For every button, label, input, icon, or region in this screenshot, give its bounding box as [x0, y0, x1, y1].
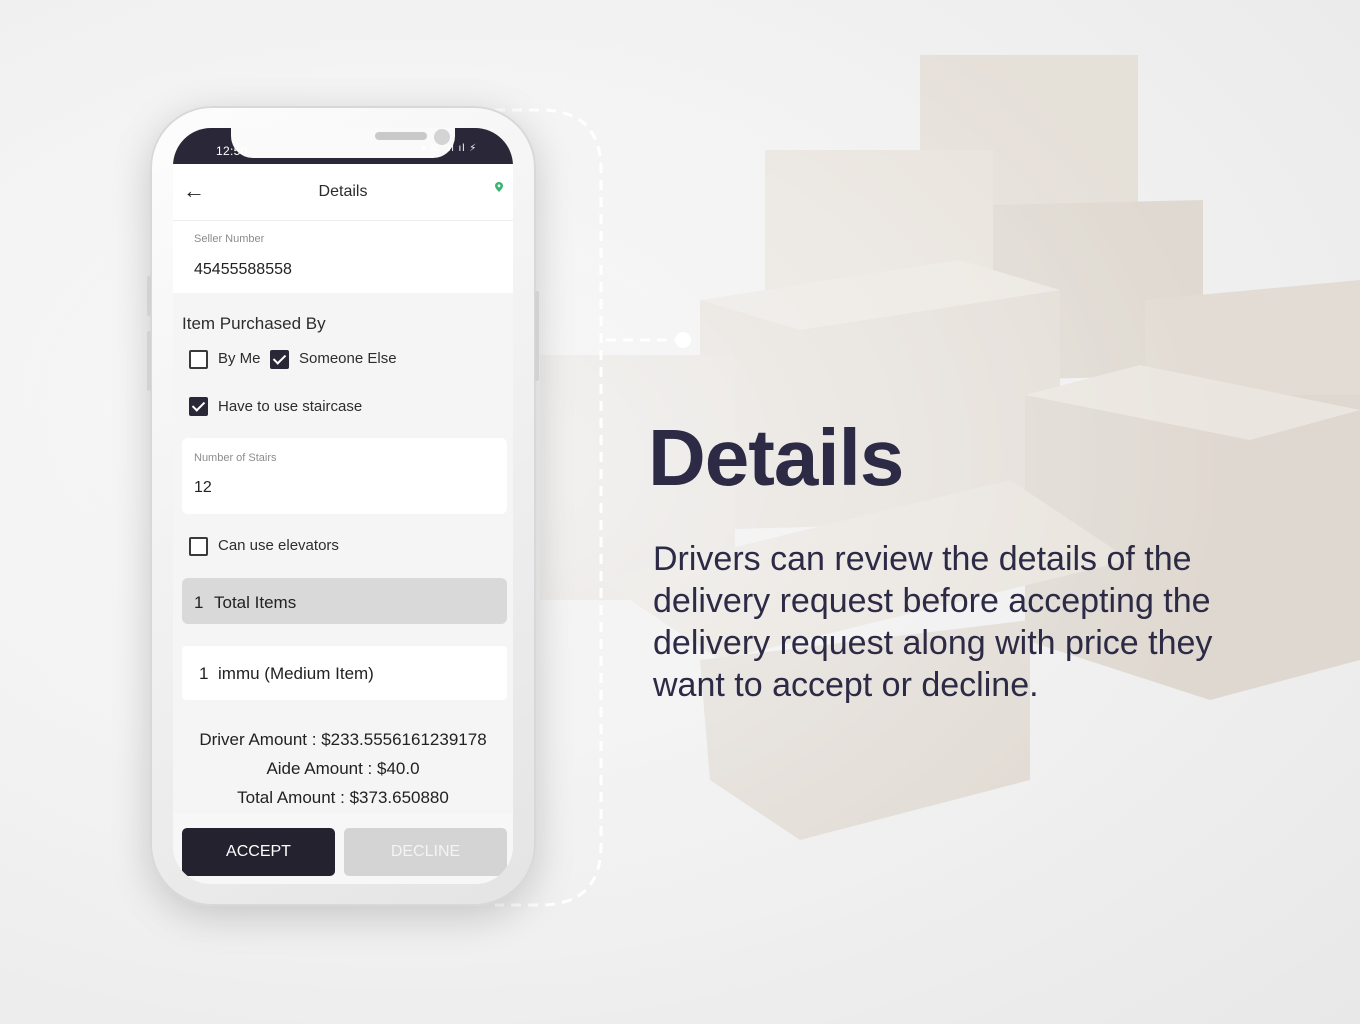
- elevators-label: Can use elevators: [218, 537, 339, 554]
- number-of-stairs-value: 12: [194, 479, 212, 496]
- total-items-bar: 1 Total Items: [182, 578, 507, 624]
- seller-number-field: Seller Number 45455588558: [173, 221, 513, 293]
- phone-screen: 12:50 ▾ ⊞ .ıl ıl ⚡ ← Details Seller Numb…: [173, 128, 513, 884]
- list-item[interactable]: 1 immu (Medium Item): [182, 646, 507, 700]
- total-items-label: Total Items: [214, 593, 297, 612]
- number-of-stairs-label: Number of Stairs: [194, 452, 277, 464]
- phone-power-button: [535, 291, 539, 381]
- amounts-summary: Driver Amount : $233.5556161239178 Aide …: [173, 725, 513, 812]
- decline-button[interactable]: DECLINE: [344, 828, 507, 876]
- seller-number-value: 45455588558: [194, 261, 292, 278]
- promo-description: Drivers can review the details of the de…: [653, 540, 1213, 704]
- total-items-count: 1: [194, 593, 204, 612]
- status-time: 12:50: [216, 144, 248, 158]
- elevators-checkbox[interactable]: [189, 537, 208, 556]
- page-title: Details: [318, 183, 368, 200]
- someone-else-label: Someone Else: [299, 350, 397, 367]
- promo-headline: Details: [648, 413, 904, 502]
- item-purchased-by-heading: Item Purchased By: [182, 314, 326, 333]
- by-me-label: By Me: [218, 350, 261, 367]
- staircase-checkbox[interactable]: [189, 397, 208, 416]
- total-amount: Total Amount : $373.650880: [237, 788, 449, 807]
- aide-amount: Aide Amount : $40.0: [266, 759, 420, 778]
- map-pin-icon[interactable]: [495, 182, 503, 192]
- someone-else-checkbox[interactable]: [270, 350, 289, 369]
- number-of-stairs-field[interactable]: Number of Stairs 12: [182, 438, 507, 514]
- speaker-grille: [375, 132, 427, 140]
- by-me-checkbox[interactable]: [189, 350, 208, 369]
- signal-icon: ▾ ⊞ .ıl ıl ⚡: [421, 143, 478, 154]
- phone-mockup: 12:50 ▾ ⊞ .ıl ıl ⚡ ← Details Seller Numb…: [147, 106, 539, 906]
- item-name: immu (Medium Item): [218, 664, 374, 683]
- seller-number-label: Seller Number: [194, 233, 265, 245]
- phone-side-button: [147, 276, 151, 316]
- app-header: ← Details: [173, 164, 513, 221]
- staircase-label: Have to use staircase: [218, 398, 363, 415]
- phone-side-button: [147, 331, 151, 391]
- status-bar: 12:50 ▾ ⊞ .ıl ıl ⚡: [173, 128, 513, 164]
- driver-amount: Driver Amount : $233.5556161239178: [199, 730, 487, 749]
- accept-button[interactable]: ACCEPT: [182, 828, 335, 876]
- item-quantity: 1: [199, 664, 209, 683]
